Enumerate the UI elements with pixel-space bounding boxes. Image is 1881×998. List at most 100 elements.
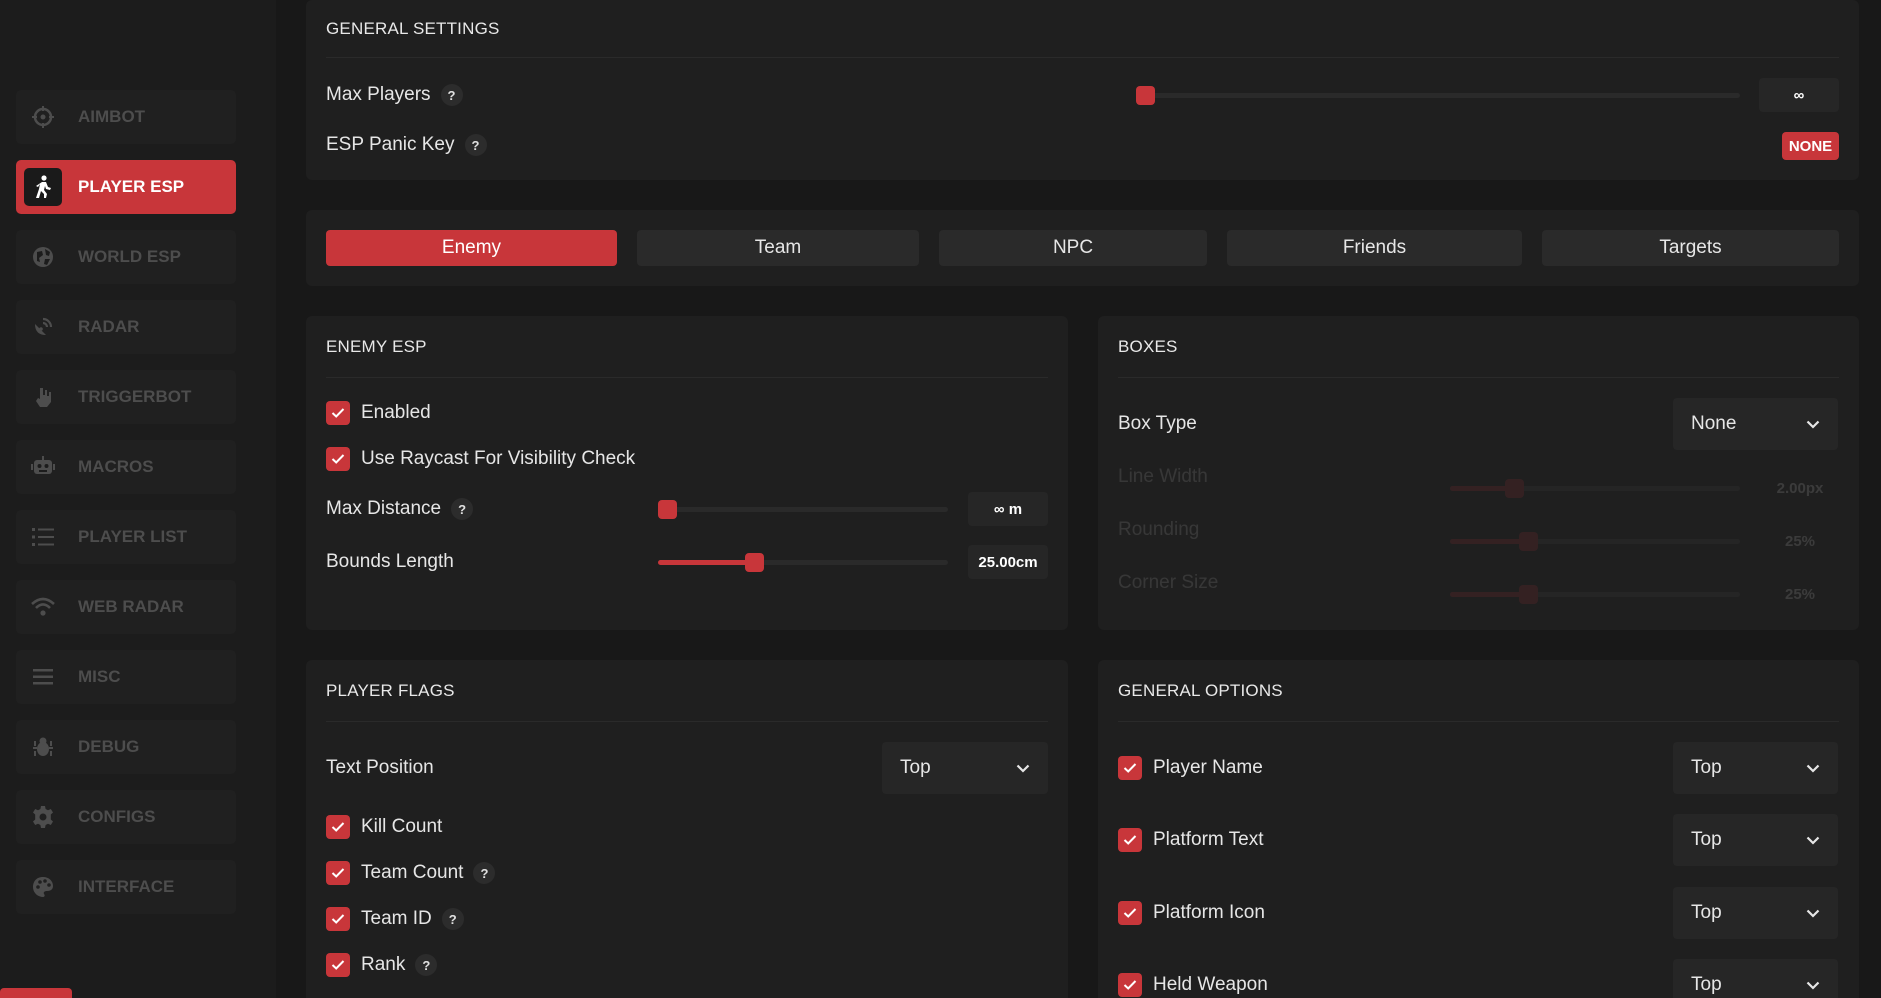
corner-size-label: Corner Size — [1118, 572, 1219, 593]
platform-icon-checkbox[interactable] — [1118, 901, 1142, 925]
max-players-label: Max Players — [326, 84, 431, 105]
max-players-slider[interactable] — [1136, 86, 1740, 105]
player-name-position-select[interactable]: Top — [1673, 742, 1838, 794]
max-players-value[interactable]: ∞ — [1759, 78, 1839, 112]
held-weapon-position-select[interactable]: Top — [1673, 959, 1838, 998]
team-id-row[interactable]: Team ID ? — [326, 904, 1048, 934]
team-count-checkbox[interactable] — [326, 861, 350, 885]
platform-text-checkbox[interactable] — [1118, 828, 1142, 852]
enabled-checkbox[interactable] — [326, 401, 350, 425]
kill-count-checkbox[interactable] — [326, 815, 350, 839]
hand-gun-icon — [24, 378, 62, 416]
enabled-label: Enabled — [361, 402, 431, 423]
sidebar-item-macros[interactable]: MACROS — [16, 440, 236, 494]
max-distance-label: Max Distance — [326, 498, 442, 519]
enemy-esp-title: ENEMY ESP — [326, 316, 1048, 378]
checkmark-icon — [331, 960, 345, 970]
panic-key-button[interactable]: NONE — [1782, 132, 1839, 160]
help-icon[interactable]: ? — [473, 862, 496, 884]
sidebar-item-label: PLAYER ESP — [78, 177, 185, 196]
max-distance-slider[interactable] — [658, 500, 948, 519]
team-id-label: Team ID — [361, 908, 432, 929]
chevron-down-icon — [1806, 909, 1820, 918]
raycast-label: Use Raycast For Visibility Check — [361, 448, 636, 469]
crosshair-icon — [24, 98, 62, 136]
sidebar-item-world-esp[interactable]: WORLD ESP — [16, 230, 236, 284]
tab-enemy[interactable]: Enemy — [326, 230, 617, 266]
bug-icon — [24, 728, 62, 766]
sidebar-item-label: MISC — [78, 667, 121, 686]
general-settings-title: GENERAL SETTINGS — [326, 0, 1839, 58]
slider-thumb[interactable] — [1136, 86, 1155, 105]
line-width-label: Line Width — [1118, 466, 1208, 487]
platform-icon-position-select[interactable]: Top — [1673, 887, 1838, 939]
chevron-down-icon — [1016, 764, 1030, 773]
slider-thumb[interactable] — [658, 500, 677, 519]
checkmark-icon — [331, 822, 345, 832]
enabled-row[interactable]: Enabled — [326, 398, 1048, 428]
checkmark-icon — [331, 914, 345, 924]
sidebar-bottom-tab[interactable] — [0, 988, 72, 998]
checkmark-icon — [331, 408, 345, 418]
rank-row[interactable]: Rank ? — [326, 950, 1048, 980]
tab-targets[interactable]: Targets — [1542, 230, 1839, 266]
tab-team[interactable]: Team — [637, 230, 919, 266]
menu-icon — [24, 658, 62, 696]
help-icon[interactable]: ? — [464, 134, 487, 156]
corner-size-value: 25% — [1760, 577, 1840, 611]
bounds-length-value[interactable]: 25.00cm — [968, 545, 1048, 579]
line-width-slider — [1450, 479, 1740, 498]
chevron-down-icon — [1806, 420, 1820, 429]
kill-count-row[interactable]: Kill Count — [326, 812, 1048, 842]
sidebar-item-radar[interactable]: RADAR — [16, 300, 236, 354]
raycast-checkbox[interactable] — [326, 447, 350, 471]
sidebar-item-label: MACROS — [78, 457, 154, 476]
team-id-checkbox[interactable] — [326, 907, 350, 931]
rank-checkbox[interactable] — [326, 953, 350, 977]
raycast-row[interactable]: Use Raycast For Visibility Check — [326, 444, 1048, 474]
box-type-select[interactable]: None — [1673, 398, 1838, 450]
tab-npc[interactable]: NPC — [939, 230, 1207, 266]
sidebar-item-web-radar[interactable]: WEB RADAR — [16, 580, 236, 634]
help-icon[interactable]: ? — [441, 908, 464, 930]
globe-icon — [24, 238, 62, 276]
slider-fill — [658, 560, 754, 565]
slider-thumb[interactable] — [745, 553, 764, 572]
sidebar-item-configs[interactable]: CONFIGS — [16, 790, 236, 844]
sidebar-item-debug[interactable]: DEBUG — [16, 720, 236, 774]
sidebar-item-triggerbot[interactable]: TRIGGERBOT — [16, 370, 236, 424]
platform-icon-position-value: Top — [1691, 902, 1722, 923]
corner-size-slider — [1450, 585, 1740, 604]
satellite-dish-icon — [24, 308, 62, 346]
help-icon[interactable]: ? — [451, 498, 474, 520]
sidebar-item-misc[interactable]: MISC — [16, 650, 236, 704]
rounding-label: Rounding — [1118, 519, 1200, 540]
tab-friends[interactable]: Friends — [1227, 230, 1522, 266]
chevron-down-icon — [1806, 836, 1820, 845]
bounds-length-slider[interactable] — [658, 553, 948, 572]
sidebar-item-player-list[interactable]: PLAYER LIST — [16, 510, 236, 564]
checkmark-icon — [1123, 835, 1137, 845]
panic-key-row: ESP Panic Key ? — [326, 130, 1839, 160]
player-name-checkbox[interactable] — [1118, 756, 1142, 780]
team-count-row[interactable]: Team Count ? — [326, 858, 1048, 888]
slider-fill — [1450, 539, 1528, 544]
gear-icon — [24, 798, 62, 836]
sidebar-item-interface[interactable]: INTERFACE — [16, 860, 236, 914]
platform-text-position-select[interactable]: Top — [1673, 814, 1838, 866]
sidebar-item-label: WEB RADAR — [78, 597, 184, 616]
rounding-value: 25% — [1760, 524, 1840, 558]
checkmark-icon — [331, 454, 345, 464]
held-weapon-checkbox[interactable] — [1118, 973, 1142, 997]
target-tabs-panel: Enemy Team NPC Friends Targets — [306, 210, 1859, 286]
max-distance-value[interactable]: ∞ m — [968, 492, 1048, 526]
checkmark-icon — [1123, 908, 1137, 918]
general-options-panel: GENERAL OPTIONS Player Name Top Platform… — [1098, 660, 1859, 998]
text-position-select[interactable]: Top — [882, 742, 1048, 794]
bounds-length-label: Bounds Length — [326, 551, 454, 572]
help-icon[interactable]: ? — [440, 84, 463, 106]
sidebar-item-aimbot[interactable]: AIMBOT — [16, 90, 236, 144]
chevron-down-icon — [1806, 764, 1820, 773]
help-icon[interactable]: ? — [415, 954, 438, 976]
sidebar-item-player-esp[interactable]: PLAYER ESP — [16, 160, 236, 214]
